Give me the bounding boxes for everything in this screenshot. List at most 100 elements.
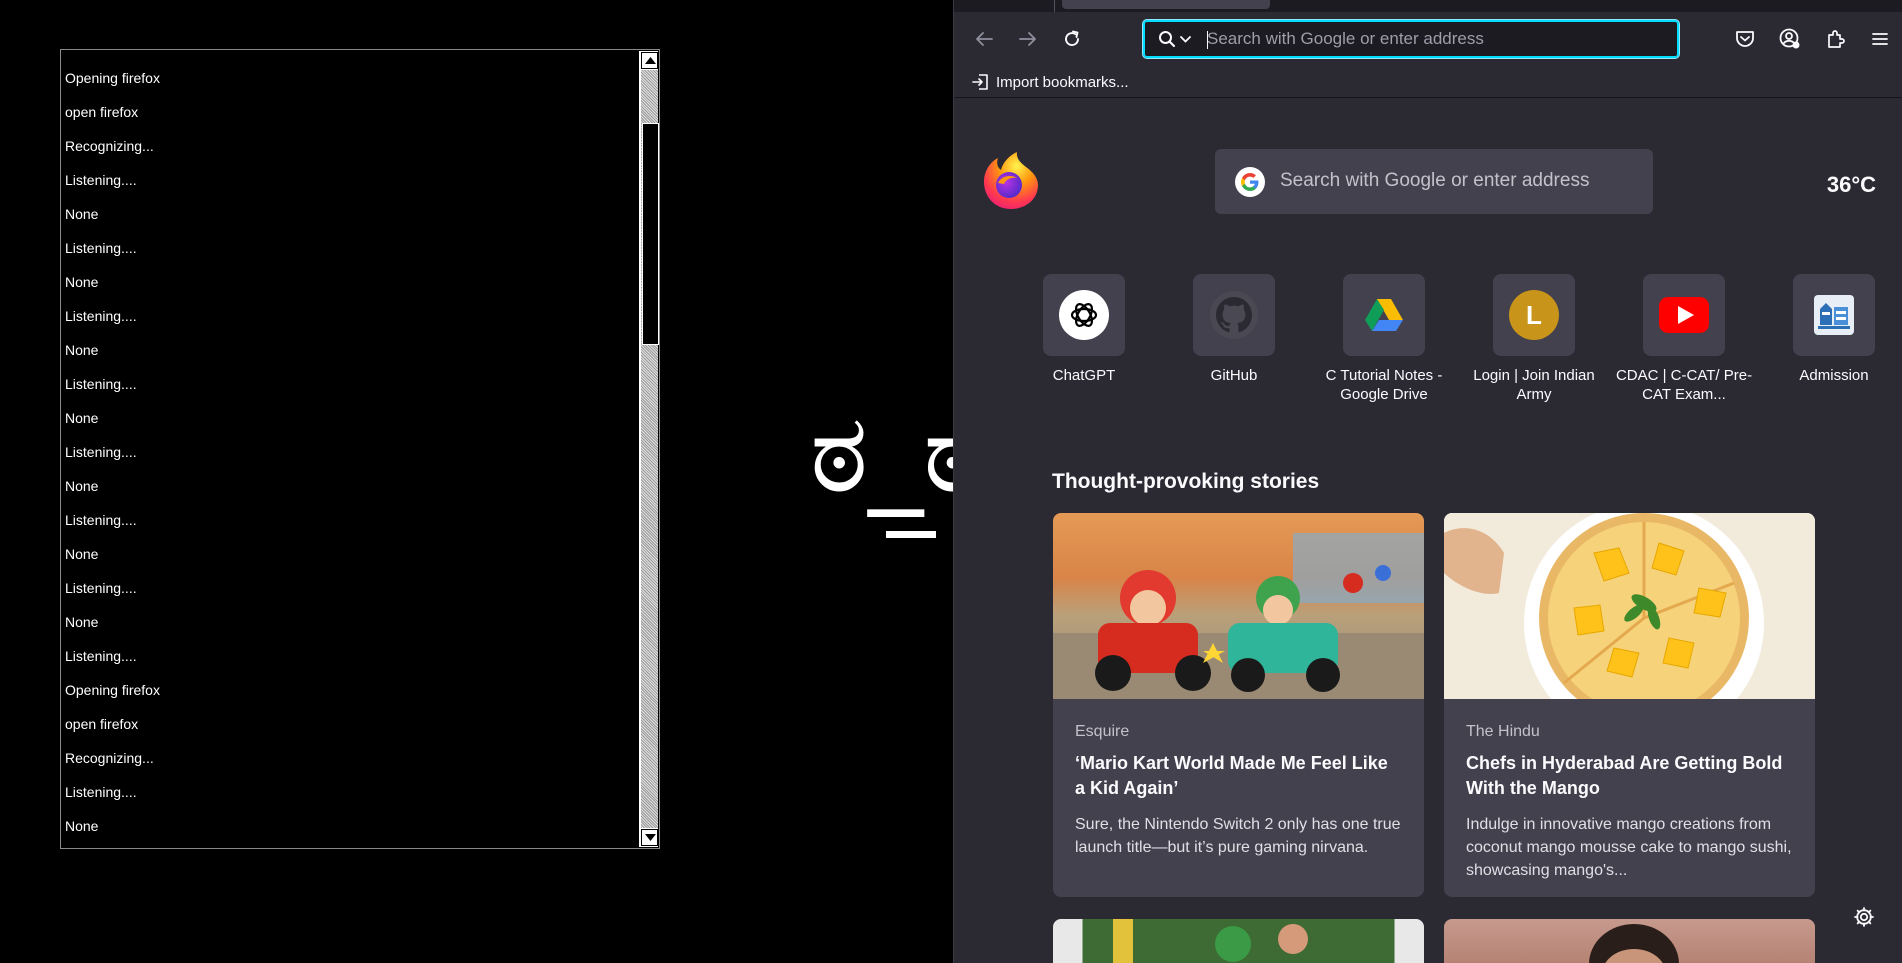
forward-button[interactable] [1014,25,1042,53]
log-line: Recognizing... [65,138,154,154]
reload-button[interactable] [1058,25,1086,53]
pocket-icon [1736,31,1754,47]
text-caret [1207,31,1208,49]
shortcut-label: C Tutorial Notes - Google Drive [1325,367,1443,403]
log-line: None [65,410,99,426]
shortcut-indian-army[interactable]: L Login | Join Indian Army [1464,274,1604,404]
mario-kart-illustration [1053,533,1424,699]
chatgpt-icon [1059,290,1109,340]
shortcut-label: CDAC | C-CAT/ Pre-CAT Exam... [1615,367,1753,403]
log-line: Opening firefox [65,70,160,86]
scroll-down-button[interactable] [641,829,658,846]
log-line: Listening.... [65,512,137,528]
url-input[interactable] [1207,25,1667,53]
personalize-button[interactable] [1853,906,1875,933]
firefox-logo [979,149,1043,218]
hamburger-menu-icon [1872,33,1888,45]
story-description: Sure, the Nintendo Switch 2 only has one… [1075,816,1401,856]
story-description: Indulge in innovative mango creations fr… [1466,816,1792,879]
letter-l-text: L [1526,299,1542,330]
back-arrow-icon [976,32,993,46]
shortcut-tile [1193,274,1275,356]
shortcut-tile [1043,274,1125,356]
scroll-up-button[interactable] [641,52,658,69]
log-line: None [65,614,99,630]
arrow-up-icon [645,57,656,64]
log-line: None [65,342,99,358]
tab-separator [1054,0,1055,12]
shortcut-label: Admission [1799,367,1869,384]
shortcut-label: GitHub [1210,367,1258,384]
story-card[interactable]: The Hindu Chefs in Hyderabad Are Getting… [1444,513,1815,897]
log-line: Listening.... [65,308,137,324]
arrow-down-icon [645,834,656,841]
log-line: Opening firefox [65,682,160,698]
shortcut-tile [1643,274,1725,356]
import-bookmarks-button[interactable]: Import bookmarks... [972,70,1129,94]
account-icon [1779,28,1800,49]
story-photo-illustration [1113,919,1308,963]
story-image [1053,919,1424,963]
tab-strip [954,0,1902,12]
story-body: The Hindu Chefs in Hyderabad Are Getting… [1444,699,1815,897]
log-line: Listening.... [65,580,137,596]
account-button[interactable] [1776,25,1804,53]
log-line: Listening.... [65,648,137,664]
app-menu-button[interactable] [1866,25,1894,53]
active-tab[interactable] [1062,0,1270,9]
github-icon [1210,291,1258,339]
puzzle-icon [1828,30,1845,48]
log-scrollbar[interactable] [639,51,659,847]
extensions-button[interactable] [1821,25,1849,53]
scroll-thumb[interactable] [642,123,659,345]
log-line: Recognizing... [65,750,154,766]
import-icon [972,74,988,90]
stories-heading: Thought-provoking stories [1052,470,1320,493]
shortcut-github[interactable]: GitHub [1164,274,1304,385]
story-card[interactable]: Esquire ‘Mario Kart World Made Me Feel L… [1053,513,1424,897]
import-bookmarks-label: Import bookmarks... [996,73,1129,91]
shortcut-chatgpt[interactable]: ChatGPT [1014,274,1154,385]
story-title: ‘Mario Kart World Made Me Feel Like a Ki… [1075,753,1388,798]
url-bar[interactable] [1142,19,1680,59]
search-engine-selector[interactable] [1151,28,1197,50]
scroll-track[interactable] [641,70,659,828]
back-button[interactable] [970,25,998,53]
shortcut-google-drive[interactable]: C Tutorial Notes - Google Drive [1314,274,1454,404]
pocket-button[interactable] [1731,25,1759,53]
google-icon [1235,167,1265,202]
search-icon [1158,31,1175,48]
shortcut-cdac[interactable]: CDAC | C-CAT/ Pre-CAT Exam... [1614,274,1754,404]
story-card-partial[interactable] [1053,919,1424,963]
letter-l-icon: L [1509,290,1559,340]
story-body: Esquire ‘Mario Kart World Made Me Feel L… [1053,699,1424,879]
story-image-mario-kart [1053,513,1424,699]
shortcut-admission[interactable]: Admission [1764,274,1902,385]
story-card-partial[interactable] [1444,919,1815,963]
story-source: The Hindu [1466,723,1540,740]
log-line: None [65,206,99,222]
shortcut-tile [1343,274,1425,356]
story-image-mango-pizza [1444,513,1815,699]
youtube-icon [1659,297,1709,333]
newtab-search-box[interactable]: Search with Google or enter address [1215,149,1653,214]
log-line: Listening.... [65,172,137,188]
firefox-window: Import bookmarks... [953,0,1902,963]
log-line: None [65,818,99,834]
weather-widget[interactable]: 36°C [1827,172,1876,198]
log-line: Listening.... [65,444,137,460]
log-line: None [65,478,99,494]
mango-pizza-illustration [1444,513,1815,699]
log-line: open firefox [65,716,139,732]
log-line: open firefox [65,104,139,120]
shortcut-label: ChatGPT [1052,367,1116,384]
log-line: Listening.... [65,376,137,392]
gear-icon [1854,907,1874,927]
bookmarks-toolbar: Import bookmarks... [954,66,1902,98]
forward-arrow-icon [1019,32,1036,46]
shortcut-tile: L [1493,274,1575,356]
new-tab-page: Search with Google or enter address 36°C… [954,99,1902,963]
shortcut-tile [1793,274,1875,356]
log-line: None [65,274,99,290]
firefox-logo-icon [984,152,1038,209]
